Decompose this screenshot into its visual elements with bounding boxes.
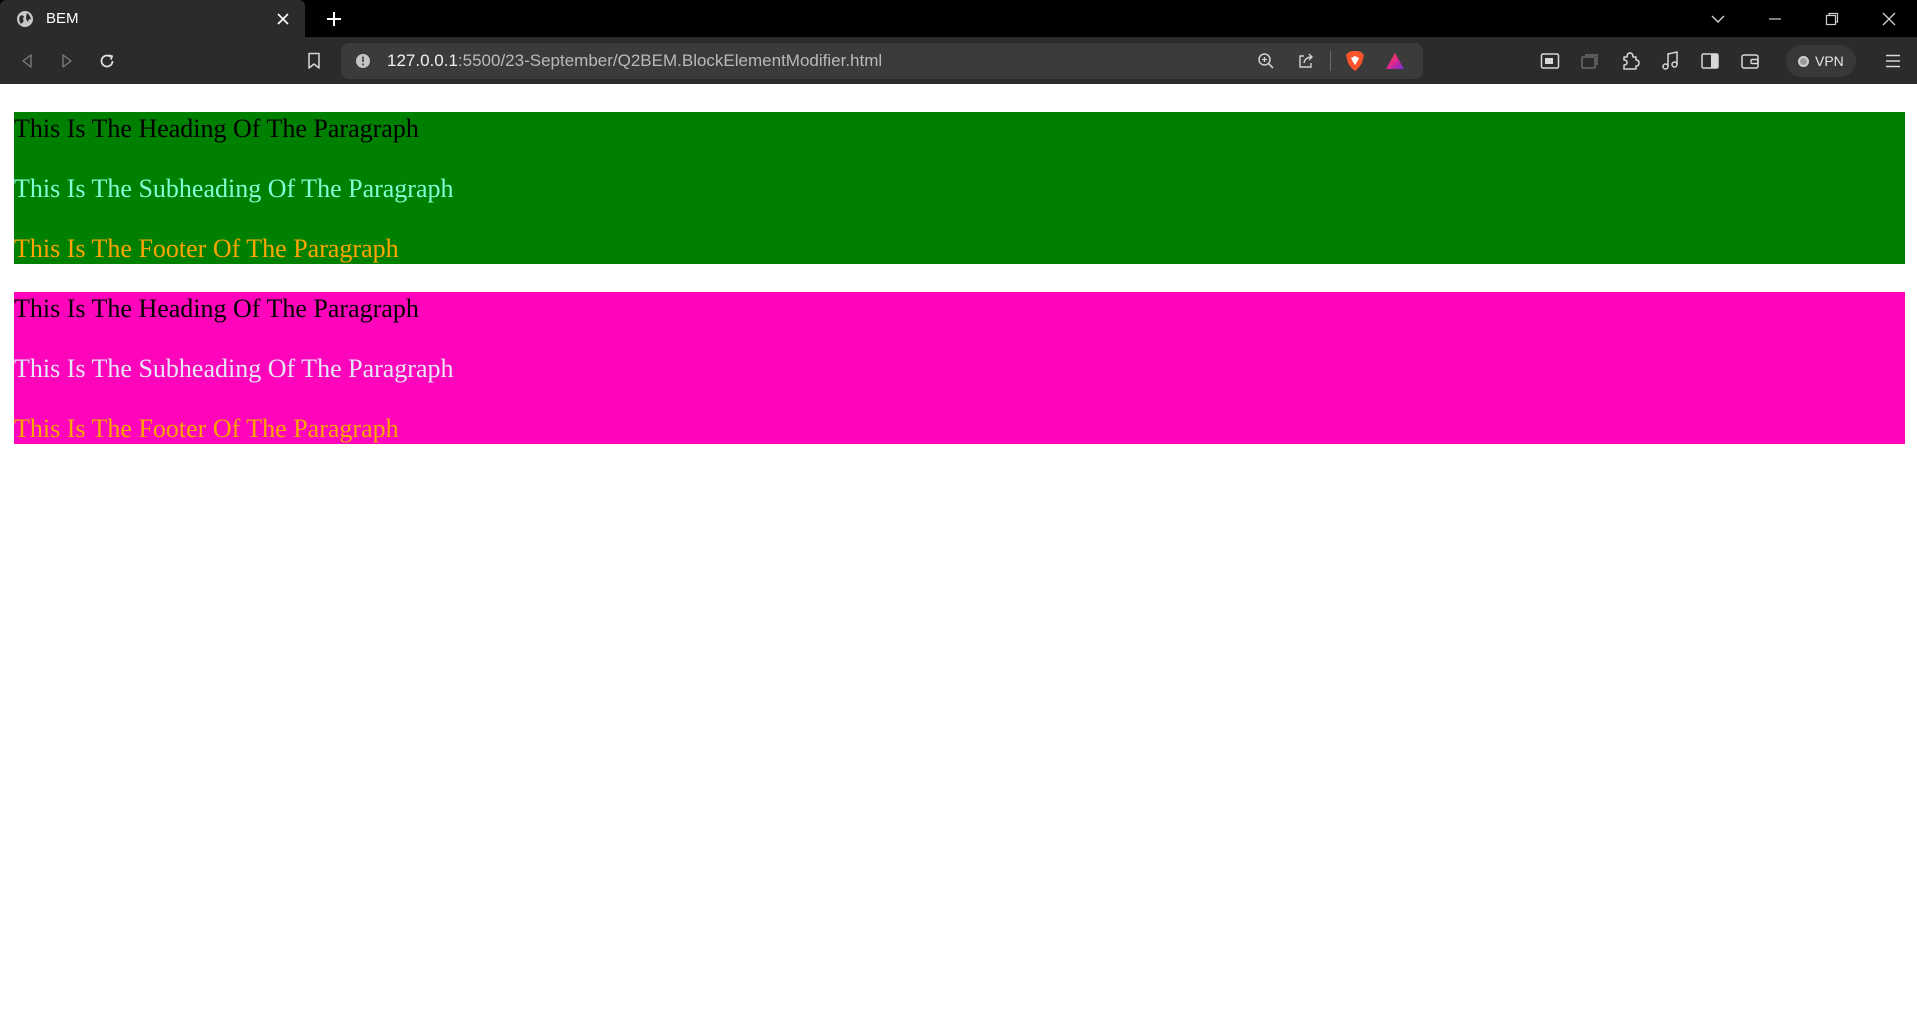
paragraph-subheading: This Is The Subheading Of The Paragraph <box>14 174 454 203</box>
tab-list-chevron-icon[interactable] <box>1689 0 1746 37</box>
paragraph-heading: This Is The Heading Of The Paragraph <box>14 294 419 323</box>
url-host: 127.0.0.1 <box>387 51 458 70</box>
music-note-icon[interactable] <box>1650 41 1690 81</box>
minimize-icon[interactable] <box>1746 0 1803 37</box>
brave-rewards-icon[interactable] <box>1375 45 1415 77</box>
extensions-toolbar: VPN <box>1530 41 1856 81</box>
sidebar-panel-icon[interactable] <box>1530 41 1570 81</box>
browser-tab[interactable]: BEM <box>0 0 305 37</box>
new-tab-button[interactable] <box>313 0 355 37</box>
sidebar-toggle-icon[interactable] <box>1690 41 1730 81</box>
paragraph-footer: This Is The Footer Of The Paragraph <box>14 414 399 443</box>
bookmark-icon[interactable] <box>294 41 334 81</box>
extensions-puzzle-icon[interactable] <box>1610 41 1650 81</box>
window-controls <box>1689 0 1917 37</box>
url-text[interactable]: 127.0.0.1:5500/23-September/Q2BEM.BlockE… <box>387 51 1246 71</box>
tab-strip: BEM <box>0 0 1917 37</box>
close-tab-icon[interactable] <box>273 9 293 29</box>
address-bar-separator <box>1330 51 1331 71</box>
restore-icon[interactable] <box>1803 0 1860 37</box>
forward-icon[interactable] <box>47 41 87 81</box>
media-history-icon[interactable] <box>1570 41 1610 81</box>
vpn-label: VPN <box>1815 53 1844 69</box>
address-bar-actions <box>1246 45 1415 77</box>
globe-icon <box>16 10 34 28</box>
wallet-icon[interactable] <box>1730 41 1770 81</box>
paragraph-block-pink: This Is The Heading Of The Paragraph Thi… <box>14 292 1905 444</box>
vpn-status-icon <box>1798 55 1809 67</box>
share-icon[interactable] <box>1286 45 1326 77</box>
paragraph-block-green: This Is The Heading Of The Paragraph Thi… <box>14 112 1905 264</box>
menu-hamburger-icon[interactable] <box>1873 41 1913 81</box>
navigation-buttons <box>7 41 127 81</box>
paragraph-subheading: This Is The Subheading Of The Paragraph <box>14 354 454 383</box>
back-icon[interactable] <box>7 41 47 81</box>
paragraph-footer: This Is The Footer Of The Paragraph <box>14 234 399 263</box>
address-bar[interactable]: 127.0.0.1:5500/23-September/Q2BEM.BlockE… <box>341 43 1423 79</box>
zoom-icon[interactable] <box>1246 45 1286 77</box>
reload-icon[interactable] <box>87 41 127 81</box>
paragraph-heading: This Is The Heading Of The Paragraph <box>14 114 419 143</box>
url-path: :5500/23-September/Q2BEM.BlockElementMod… <box>457 51 883 70</box>
page-viewport: This Is The Heading Of The Paragraph Thi… <box>0 84 1917 1020</box>
close-window-icon[interactable] <box>1860 0 1917 37</box>
tab-title: BEM <box>46 10 79 27</box>
brave-shields-icon[interactable] <box>1335 45 1375 77</box>
site-info-icon[interactable] <box>353 51 373 71</box>
vpn-button[interactable]: VPN <box>1786 45 1856 77</box>
browser-toolbar: 127.0.0.1:5500/23-September/Q2BEM.BlockE… <box>0 37 1917 84</box>
